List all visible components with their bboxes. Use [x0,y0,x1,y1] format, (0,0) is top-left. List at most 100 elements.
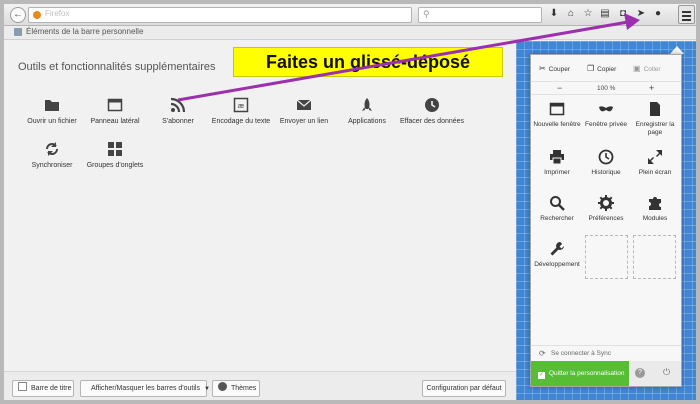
help-icon[interactable]: ? [635,368,645,378]
panel-item-label: Fenêtre privée [585,121,627,128]
power-icon[interactable]: ⏻ [663,367,670,378]
themes-label: Thèmes [231,385,257,392]
toolbars-label: Afficher/Masquer les barres d'outils [91,385,200,392]
bookmark-star-icon[interactable]: ☆ [581,8,595,19]
cut-button[interactable]: ✂ Couper [539,61,570,77]
panel-item-label: Préférences [588,215,624,222]
puzzle-icon [649,197,661,210]
panel-item-label: Rechercher [540,215,574,222]
panel-item-label: Enregistrer la page [635,121,675,136]
title-bar-label: Barre de titre [31,385,72,392]
restore-defaults-label: Configuration par défaut [426,385,502,392]
panel-item-fullscreen[interactable]: Plein écran [631,149,679,177]
sidebar-icon [107,98,123,112]
rocket-icon [362,98,372,111]
new-window-icon [549,102,565,116]
restore-defaults-button[interactable]: Configuration par défaut [422,380,506,397]
exit-customize-label: Quitter la personnalisation [549,370,625,377]
sync-icon: ⟳ [539,349,546,358]
panel-item-label: Imprimer [544,169,570,176]
panel-item-label: Plein écran [638,169,672,176]
gear-icon [598,195,614,211]
zoom-controls: − 100 % + [531,81,681,95]
text-encoding-icon: æ [233,97,249,113]
paste-label: Coller [643,66,661,73]
print-icon [550,150,564,165]
send-arrow-icon[interactable]: ➤ [634,8,648,19]
panel-item-new-window[interactable]: Nouvelle fenêtre [533,101,581,129]
empty-slot[interactable] [633,235,676,279]
search-bar[interactable]: ⚲ [418,7,542,23]
forget-icon [425,98,439,112]
bookmarks-toolbar: Éléments de la barre personnelle [4,26,696,40]
panel-arrow [670,46,684,54]
find-magnifier-icon [550,196,565,211]
panel-item-developer[interactable]: Développement [533,241,581,269]
panel-item-preferences[interactable]: Préférences [582,195,630,223]
scissors-icon: ✂ [539,64,546,73]
envelope-icon [296,99,312,110]
globe-icon [218,382,227,391]
panel-item-save-page[interactable]: Enregistrer la page [631,101,679,137]
menu-line-icon [682,15,691,17]
panel-item-label: Développement [534,261,580,268]
themes-button[interactable]: Thèmes [212,380,260,397]
chat-bubble-icon[interactable]: ● [651,8,665,19]
empty-slot[interactable] [585,235,628,279]
search-icon: ⚲ [423,9,430,19]
navigation-toolbar: ← Firefox ↻ ⚲ ⬇ ⌂ ☆ ▤ ◘ ➤ ● [4,4,696,26]
tab-groups-icon [108,142,122,156]
customize-palette: Outils et fonctionnalités supplémentaire… [4,41,516,371]
instruction-banner: Faites un glissé-déposé [233,47,503,77]
paste-button[interactable]: ▣ Coller [633,61,661,77]
url-text: Firefox [45,9,70,18]
home-icon[interactable]: ⌂ [564,8,578,19]
copy-label: Copier [597,66,617,73]
copy-icon: ❐ [587,64,595,73]
zoom-in-button[interactable]: + [649,83,654,93]
exit-customize-button[interactable]: ✓ Quitter la personnalisation [531,361,629,386]
dropdown-triangle-icon: ▼ [203,386,210,392]
copy-button[interactable]: ❐ Copier [587,61,616,77]
palette-item-label: Groupes d'onglets [86,162,144,169]
hamburger-menu-button[interactable] [678,5,695,24]
zoom-reset-button[interactable]: 100 % [597,85,615,92]
checkmark-icon: ✓ [538,372,545,379]
back-button[interactable]: ← [10,7,26,23]
back-arrow-icon: ← [13,9,23,20]
svg-text:æ: æ [238,103,244,110]
firefox-site-icon [33,11,41,19]
url-bar[interactable]: Firefox ↻ [28,7,429,23]
edit-controls: ✂ Couper ❐ Copier ▣ Coller [531,61,681,77]
private-mask-icon [599,106,613,112]
panel-item-private-window[interactable]: Fenêtre privée [582,101,630,129]
customize-footer: Barre de titre Afficher/Masquer les barr… [4,371,516,400]
panel-item-label: Nouvelle fenêtre [533,121,581,128]
bookmarks-toolbar-label: Éléments de la barre personnelle [26,27,144,36]
panel-item-find[interactable]: Rechercher [533,195,581,223]
bookmarks-toolbar-items-icon [14,28,22,36]
panel-item-history[interactable]: Historique [582,149,630,177]
bookmarks-menu-icon[interactable]: ▤ [598,8,612,19]
checkbox-icon [18,382,27,391]
sync-row[interactable]: ⟳ Se connecter à Sync [531,345,681,361]
zoom-out-button[interactable]: − [557,83,562,93]
clipboard-icon: ▣ [633,64,641,73]
panel-item-addons[interactable]: Modules [631,195,679,223]
menu-line-icon [682,19,691,21]
sync-icon [46,142,58,156]
folder-icon [45,100,59,111]
panel-footer: ✓ Quitter la personnalisation ? ⏻ [531,361,681,386]
menu-line-icon [682,11,691,13]
palette-item-forget[interactable]: Effacer des données [394,97,470,125]
palette-item-tab-groups[interactable]: Groupes d'onglets [77,141,153,169]
download-icon[interactable]: ⬇ [547,8,561,19]
panel-item-print[interactable]: Imprimer [533,149,581,177]
cut-label: Couper [548,66,571,73]
pocket-icon[interactable]: ◘ [616,8,630,19]
title-bar-button[interactable]: Barre de titre [12,380,74,397]
toolbars-dropdown-button[interactable]: Afficher/Masquer les barres d'outils ▼ [80,380,210,397]
save-page-icon [650,102,660,116]
rss-icon [170,97,186,113]
fullscreen-icon [648,150,662,164]
